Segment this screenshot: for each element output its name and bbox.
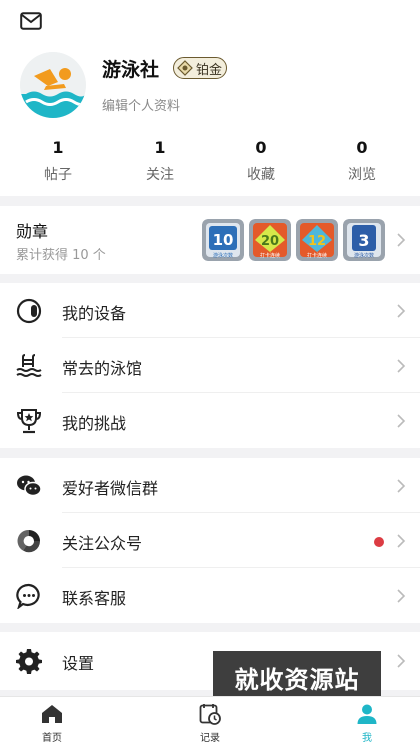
record-icon [199,704,221,725]
medals-card[interactable]: 勋章 累计获得 10 个 10 游泳次数 20 打卡连续 12 打卡连续 3 游… [0,206,420,274]
chevron-right-icon [397,233,406,247]
medal-number: 20 [261,234,279,249]
stats-row: 1 帖子 1 关注 0 收藏 0 浏览 [0,138,420,188]
chevron-right-icon [397,304,406,318]
medal-caption: 打卡连续 [260,252,280,259]
medal-caption: 游泳次数 [213,252,233,259]
medal-badge: 10 游泳次数 [202,219,244,261]
pool-icon [16,354,42,377]
medals-subtitle: 累计获得 10 个 [16,248,106,263]
medal-badge: 12 打卡连续 [296,219,338,261]
bottom-tab-bar: 首页 记录 我 [0,696,420,746]
tab-record[interactable]: 记录 [180,703,240,744]
wechat-icon [17,475,42,497]
menu-item-my-devices[interactable]: 我的设备 [0,283,420,338]
badge-icon [177,60,193,76]
chevron-right-icon [397,359,406,373]
menu-item-frequent-pools[interactable]: 常去的泳馆 [0,338,420,393]
username: 游泳社 [102,59,160,81]
stat-label: 浏览 [348,167,376,183]
menu-item-label: 关注公众号 [62,534,143,553]
tab-me[interactable]: 我 [337,703,397,744]
device-icon [16,298,42,324]
stat-label: 收藏 [247,167,275,183]
profile-icon [357,704,377,724]
chevron-right-icon [397,414,406,428]
edit-profile-link[interactable]: 编辑个人资料 [102,95,180,114]
menu-item-label: 联系客服 [62,589,127,608]
menu-item-label: 设置 [62,654,95,673]
medal-badge: 3 游泳次数 [343,219,385,261]
avatar[interactable] [20,52,86,118]
menu-group-devices: 我的设备 常去的泳馆 我的挑战 [0,283,420,448]
stat-views[interactable]: 0 浏览 [322,138,402,184]
menu-group-community: 爱好者微信群 关注公众号 联系客服 [0,458,420,623]
menu-item-label: 常去的泳馆 [62,359,143,378]
level-badge[interactable]: 铂金 [173,57,227,79]
notification-dot [374,537,384,547]
medal-number: 10 [213,231,234,249]
medals-title: 勋章 [16,222,49,241]
stat-posts[interactable]: 1 帖子 [18,138,98,184]
stat-value: 0 [356,138,368,157]
medal-number: 3 [358,231,369,250]
menu-item-my-challenges[interactable]: 我的挑战 [0,393,420,448]
profile-header: 游泳社 铂金 编辑个人资料 1 帖子 1 关注 0 收藏 0 浏览 [0,0,420,196]
stat-value: 1 [154,138,166,157]
menu-item-customer-service[interactable]: 联系客服 [0,568,420,623]
trophy-icon [16,409,42,434]
official-account-icon [17,529,41,553]
home-icon [42,705,62,723]
tab-label: 我 [362,733,372,744]
menu-item-wechat-group[interactable]: 爱好者微信群 [0,458,420,513]
medal-badge: 20 打卡连续 [249,219,291,261]
chevron-right-icon [397,589,406,603]
stat-favorites[interactable]: 0 收藏 [221,138,301,184]
menu-item-label: 我的挑战 [62,414,127,433]
chevron-right-icon [397,479,406,493]
profile-page: 游泳社 铂金 编辑个人资料 1 帖子 1 关注 0 收藏 0 浏览 勋章 累计获… [0,0,420,746]
chevron-right-icon [397,534,406,548]
stat-value: 0 [255,138,267,157]
medal-caption: 游泳次数 [354,252,374,259]
menu-item-label: 我的设备 [62,304,127,323]
stat-label: 帖子 [44,167,72,183]
tab-home[interactable]: 首页 [22,703,82,744]
stat-value: 1 [52,138,64,157]
menu-item-label: 爱好者微信群 [62,479,159,498]
tab-label: 首页 [42,733,62,744]
gear-icon [16,649,42,674]
medal-number: 12 [308,234,326,249]
medal-caption: 打卡连续 [307,252,327,259]
menu-item-official-account[interactable]: 关注公众号 [0,513,420,568]
customer-service-icon [16,583,40,609]
badge-label: 铂金 [196,62,223,78]
swimmer-icon [20,52,86,118]
mail-icon[interactable] [20,12,42,30]
stat-label: 关注 [146,167,174,183]
stat-following[interactable]: 1 关注 [120,138,200,184]
tab-label: 记录 [200,733,220,744]
chevron-right-icon [397,654,406,668]
